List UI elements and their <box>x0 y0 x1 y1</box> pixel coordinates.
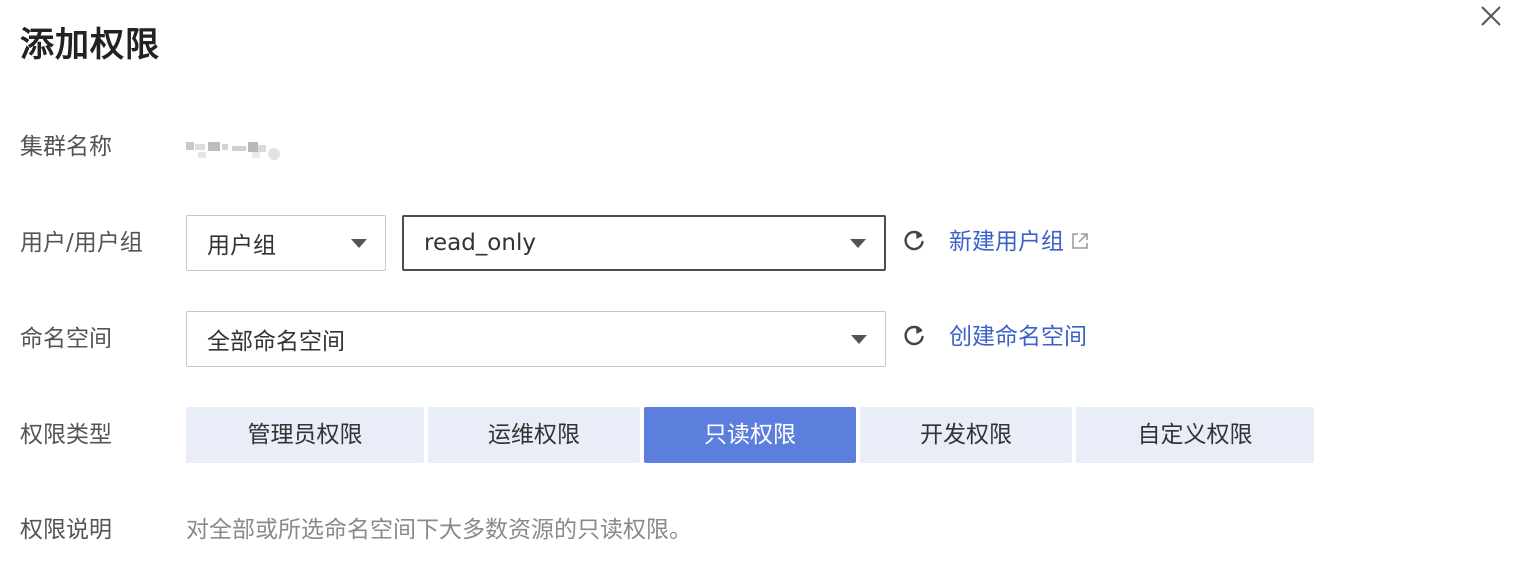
dialog-title: 添加权限 <box>20 25 160 65</box>
namespace-value: 全部命名空间 <box>207 329 345 355</box>
external-link-icon <box>1072 232 1088 249</box>
close-button[interactable] <box>1479 4 1503 28</box>
user-type-value: 用户组 <box>207 233 276 259</box>
namespace-label: 命名空间 <box>20 326 112 352</box>
cluster-name-label: 集群名称 <box>20 134 112 160</box>
user-type-select[interactable]: 用户组 <box>186 215 386 271</box>
permission-option-ops[interactable]: 运维权限 <box>428 407 640 463</box>
caret-down-icon <box>351 239 367 248</box>
new-user-group-link[interactable]: 新建用户组 <box>949 227 1090 257</box>
permission-desc-label: 权限说明 <box>20 517 112 543</box>
refresh-icon[interactable] <box>902 229 926 253</box>
refresh-icon[interactable] <box>902 324 926 348</box>
permission-option-admin[interactable]: 管理员权限 <box>186 407 424 463</box>
caret-down-icon <box>851 335 867 344</box>
permission-desc-text: 对全部或所选命名空间下大多数资源的只读权限。 <box>186 517 692 543</box>
cluster-name-value-redacted <box>186 142 280 160</box>
new-user-group-label: 新建用户组 <box>949 229 1064 255</box>
permission-type-label: 权限类型 <box>20 422 112 448</box>
user-group-label: 用户/用户组 <box>20 230 143 256</box>
permission-option-readonly[interactable]: 只读权限 <box>644 407 856 463</box>
close-icon <box>1481 6 1501 26</box>
user-group-select[interactable]: read_only <box>402 215 886 271</box>
namespace-select[interactable]: 全部命名空间 <box>186 311 886 367</box>
caret-down-icon <box>850 239 866 248</box>
create-namespace-link[interactable]: 创建命名空间 <box>949 322 1087 352</box>
permission-option-custom[interactable]: 自定义权限 <box>1076 407 1314 463</box>
permission-option-dev[interactable]: 开发权限 <box>860 407 1072 463</box>
user-group-value: read_only <box>424 230 536 256</box>
